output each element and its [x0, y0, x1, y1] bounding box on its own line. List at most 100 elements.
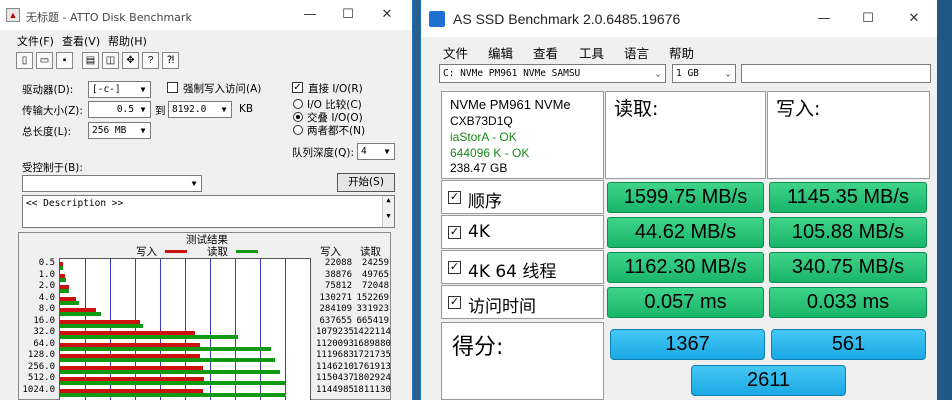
neither-label: 两者都不(N): [307, 125, 366, 137]
score-label-panel: 得分:: [441, 322, 604, 400]
maximize-icon[interactable]: ☐: [333, 6, 363, 24]
atto-window-title: 无标题 - ATTO Disk Benchmark: [26, 11, 192, 24]
size-select[interactable]: 1 GB ⌄: [672, 64, 736, 83]
chevron-down-icon: ⌄: [655, 69, 661, 78]
neither-radio[interactable]: [293, 125, 303, 135]
write-value: 1119683: [316, 350, 354, 360]
write-value: 1120093: [316, 338, 354, 349]
drive-select[interactable]: [-c-] ▼: [88, 81, 151, 98]
row-checkbox[interactable]: ✓: [448, 226, 461, 239]
start-button[interactable]: 开始(S): [337, 173, 395, 192]
chevron-down-icon: ⌄: [725, 69, 731, 78]
size-tick-label: 8.0: [38, 304, 55, 314]
row-checkbox[interactable]: ✓: [448, 296, 461, 309]
menu-view[interactable]: 查看: [533, 43, 558, 62]
write-value: 1144985: [316, 384, 354, 395]
total-length-label: 总长度(L):: [22, 126, 72, 138]
transfer-from-select[interactable]: 0.5 ▼: [88, 101, 151, 118]
print-icon[interactable]: ▤: [82, 52, 99, 69]
write-value: 75812: [324, 281, 352, 291]
write-value: 1150437: [316, 373, 354, 383]
queue-depth-select[interactable]: 4 ▼: [357, 143, 395, 160]
read-bar: [60, 266, 64, 270]
transfer-unit: KB: [239, 103, 254, 115]
legend-write-label: 写入: [136, 246, 157, 258]
write-value: 38876: [324, 269, 352, 280]
open-icon[interactable]: ▭: [36, 52, 53, 69]
close-icon[interactable]: ✕: [899, 10, 929, 28]
menu-tools[interactable]: 工具: [579, 43, 604, 62]
write-value: 637655: [319, 315, 352, 326]
read-value: 665419: [356, 315, 389, 326]
size-tick-label: 512.0: [27, 373, 55, 383]
read-value: 1802924: [353, 373, 391, 383]
drive-model: NVMe PM961 NVMe: [450, 97, 571, 112]
read-result: 1599.75 MB/s: [607, 182, 764, 213]
minimize-icon[interactable]: —: [295, 6, 325, 24]
atto-menubar: 文件(F) 查看(V) 帮助(H): [0, 30, 412, 50]
write-value: 1146210: [316, 361, 354, 372]
size-tick-label: 4.0: [38, 292, 55, 303]
drive-capacity: 238.47 GB: [450, 161, 508, 175]
size-tick-label: 256.0: [27, 361, 55, 372]
menu-help[interactable]: 帮助: [669, 43, 694, 62]
menu-language[interactable]: 语言: [624, 43, 649, 62]
menu-file[interactable]: 文件: [443, 43, 468, 62]
row-label: 4K: [468, 222, 490, 242]
print-preview-icon[interactable]: ◫: [102, 52, 119, 69]
size-select-value: 1 GB: [676, 68, 699, 79]
row-label-panel: ✓ 访问时间: [441, 285, 604, 319]
write-result: 1145.35 MB/s: [769, 182, 927, 213]
io-compare-radio[interactable]: [293, 99, 303, 109]
size-tick-label: 2.0: [38, 281, 55, 291]
gridline: [285, 259, 286, 400]
minimize-icon[interactable]: —: [809, 10, 839, 28]
read-bar: [60, 300, 80, 305]
gridline: [260, 259, 261, 400]
read-value: 49765: [361, 269, 389, 280]
description-scrollbar[interactable]: ▲ ▼: [382, 196, 394, 227]
read-bar: [60, 369, 281, 374]
read-bar: [60, 381, 286, 385]
read-bar: [60, 312, 102, 316]
help-icon[interactable]: ?: [142, 52, 159, 69]
menu-file[interactable]: 文件(F): [17, 33, 54, 49]
description-box[interactable]: << Description >> ▲ ▼: [22, 195, 395, 228]
drive-select-value: C: NVMe PM961 NVMe SAMSU: [443, 68, 581, 79]
read-header: 读取:: [614, 98, 659, 120]
menu-view[interactable]: 查看(V): [62, 33, 100, 49]
controlled-select[interactable]: ▼: [22, 175, 202, 192]
save-icon[interactable]: ▪: [56, 52, 73, 69]
direct-io-checkbox[interactable]: ✓: [292, 82, 303, 93]
total-length-select[interactable]: 256 MB ▼: [88, 122, 151, 139]
description-text: << Description >>: [26, 198, 124, 209]
read-bar: [60, 335, 238, 339]
direct-io-label: 直接 I/O(R): [308, 83, 363, 95]
transfer-to-select[interactable]: 8192.0 ▼: [168, 101, 232, 118]
menu-edit[interactable]: 编辑: [488, 43, 513, 62]
read-result: 44.62 MB/s: [607, 217, 764, 248]
write-result: 340.75 MB/s: [769, 252, 927, 283]
force-write-checkbox[interactable]: [167, 82, 178, 93]
drive-select[interactable]: C: NVMe PM961 NVMe SAMSU ⌄: [439, 64, 666, 83]
new-icon[interactable]: ▯: [16, 52, 33, 69]
chevron-down-icon: ▼: [140, 126, 146, 135]
asssd-app-icon: [429, 11, 445, 27]
score-label: 得分:: [452, 335, 504, 360]
read-value: 1689880: [353, 338, 391, 349]
write-value: 22088: [324, 258, 352, 268]
row-checkbox[interactable]: ✓: [448, 261, 461, 274]
read-value: 72048: [361, 281, 389, 291]
force-write-label: 强制写入访问(A): [183, 83, 262, 95]
move-icon[interactable]: ✥: [122, 52, 139, 69]
chevron-down-icon: ▼: [140, 105, 146, 114]
maximize-icon[interactable]: ☐: [853, 10, 883, 28]
col-write-header: 写入: [320, 246, 341, 258]
results-plot: [59, 258, 311, 400]
row-checkbox[interactable]: ✓: [448, 191, 461, 204]
close-icon[interactable]: ✕: [372, 6, 402, 24]
context-help-icon[interactable]: ⁈: [162, 52, 179, 69]
menu-help[interactable]: 帮助(H): [108, 33, 147, 49]
write-header-panel: 写入:: [767, 91, 930, 179]
io-overlap-radio[interactable]: [293, 112, 303, 122]
